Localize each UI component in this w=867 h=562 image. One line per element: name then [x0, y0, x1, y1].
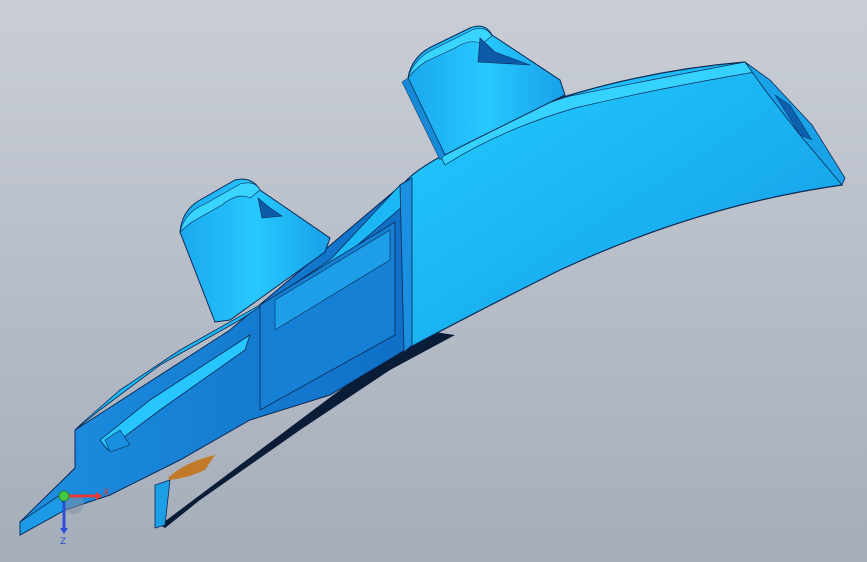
z-axis-arrowhead-icon: [60, 528, 68, 534]
z-axis-label: Z: [60, 537, 66, 546]
origin-sphere-icon: [58, 490, 70, 502]
cad-model-view[interactable]: [0, 0, 867, 562]
3d-viewport[interactable]: X Z: [0, 0, 867, 562]
axis-triad: X Z: [58, 488, 109, 546]
x-axis-arrowhead-icon: [96, 492, 102, 500]
x-axis-label: X: [103, 488, 109, 498]
